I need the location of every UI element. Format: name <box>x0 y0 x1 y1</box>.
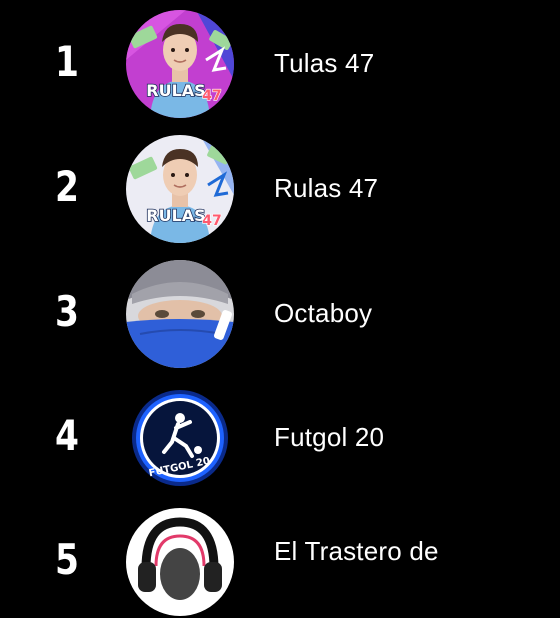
rank-number: 5 <box>55 535 79 584</box>
svg-text:RULAS: RULAS <box>146 81 205 100</box>
channel-name[interactable]: Tulas 47 <box>274 46 374 80</box>
ranking-row-1[interactable]: 1 RULAS 47 Tulas 47 <box>0 10 560 120</box>
ranking-row-3[interactable]: 3 Octaboy <box>0 260 560 370</box>
ranking-row-5[interactable]: 5 El Trastero de <box>0 508 560 618</box>
channel-name[interactable]: Octaboy <box>274 296 372 330</box>
svg-text:47: 47 <box>202 213 221 229</box>
ranking-row-2[interactable]: 2 RULAS 47 Rulas 47 <box>0 135 560 245</box>
channel-avatar-rulas[interactable]: RULAS 47 <box>126 135 234 243</box>
rank-number: 3 <box>55 287 79 336</box>
ranking-row-4[interactable]: 4 FUTGOL 20 Futgol 20 <box>0 384 560 494</box>
svg-text:RULAS: RULAS <box>146 206 205 225</box>
channel-name[interactable]: Futgol 20 <box>274 420 384 454</box>
svg-text:47: 47 <box>202 88 221 104</box>
channel-avatar-headphones[interactable] <box>126 508 234 616</box>
rank-number: 1 <box>55 37 79 86</box>
channel-avatar-masked-face[interactable] <box>126 260 234 368</box>
channel-avatar-futgol-logo[interactable]: FUTGOL 20 <box>126 384 234 492</box>
channel-avatar-rulas[interactable]: RULAS 47 <box>126 10 234 118</box>
rank-number: 2 <box>55 162 79 211</box>
rank-number: 4 <box>55 411 79 460</box>
channel-name[interactable]: El Trastero de <box>274 534 439 568</box>
ranking-list: 1 RULAS 47 Tulas 47 2 RULAS 47 Rulas 47 … <box>0 0 560 616</box>
channel-name[interactable]: Rulas 47 <box>274 171 378 205</box>
